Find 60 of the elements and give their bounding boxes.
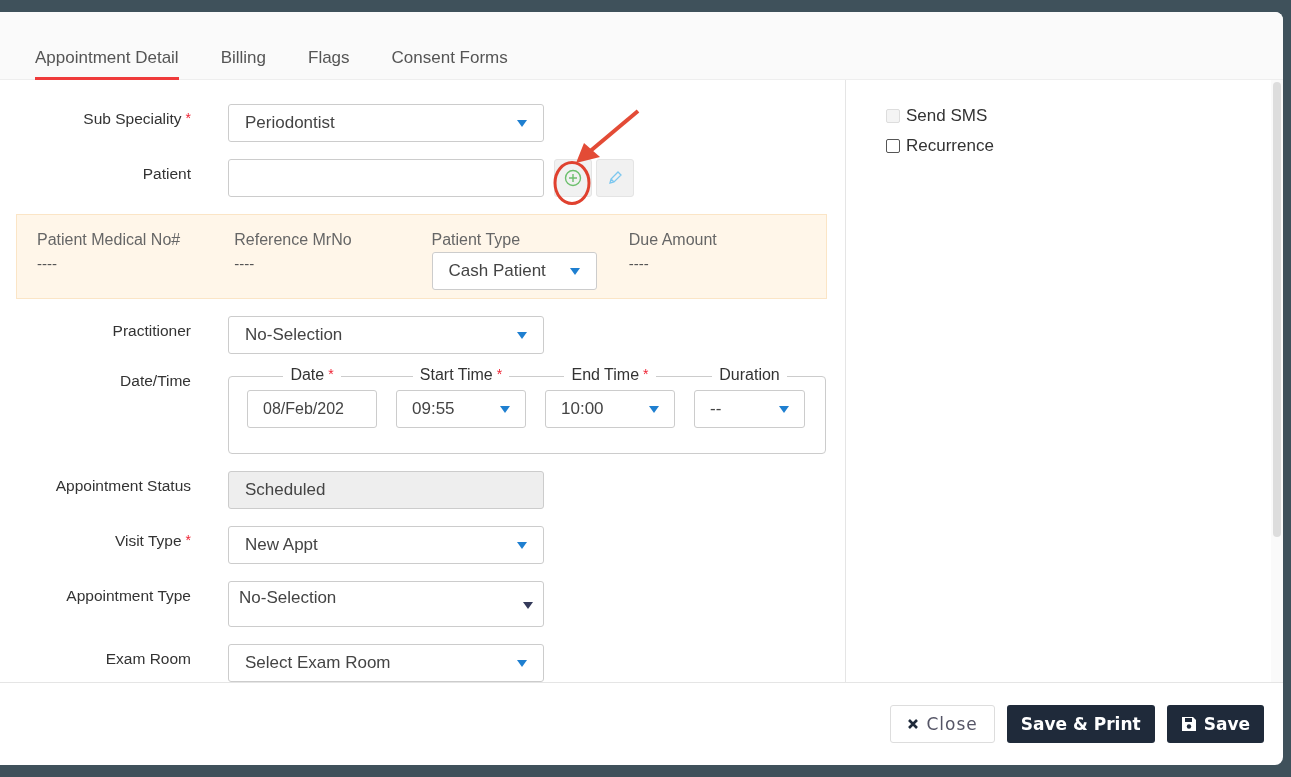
field-label: Appointment Status bbox=[55, 477, 191, 495]
required-mark: * bbox=[643, 366, 649, 384]
tab[interactable]: Billing bbox=[220, 12, 266, 80]
info-label: Patient Medical No# bbox=[37, 231, 181, 249]
select-field[interactable]: Periodontist bbox=[228, 104, 544, 142]
save-print-button[interactable]: Save & Print bbox=[1006, 705, 1155, 743]
group-label: Start Time bbox=[419, 366, 493, 385]
info-value: ---- bbox=[628, 255, 649, 272]
field-label: Exam Room bbox=[105, 650, 191, 668]
caret-icon bbox=[517, 541, 527, 549]
checkbox[interactable] bbox=[886, 139, 900, 153]
scrollbar[interactable] bbox=[1271, 80, 1283, 682]
caret-icon bbox=[569, 267, 580, 275]
info-value: ---- bbox=[234, 255, 255, 272]
select-field[interactable]: New Appt bbox=[228, 526, 544, 564]
date-field[interactable]: 08/Feb/202 bbox=[247, 390, 377, 428]
select-field[interactable]: Cash Patient bbox=[431, 252, 597, 290]
checkbox-label: Send SMS bbox=[906, 106, 988, 126]
caret-icon bbox=[649, 405, 659, 413]
status-field: Scheduled bbox=[228, 471, 544, 509]
select-field[interactable]: 10:00 bbox=[545, 390, 675, 428]
group-label: End Time bbox=[571, 366, 640, 385]
field-label: Visit Type bbox=[114, 532, 182, 550]
tab[interactable]: Appointment Detail bbox=[35, 12, 179, 80]
save-button[interactable]: Save bbox=[1166, 705, 1264, 743]
annotation-circle bbox=[552, 160, 592, 206]
tab[interactable]: Flags bbox=[308, 12, 350, 80]
field-label: Practitioner bbox=[112, 322, 191, 340]
plus-circle-icon bbox=[564, 169, 582, 187]
select-field[interactable]: -- bbox=[694, 390, 805, 428]
info-value: ---- bbox=[37, 255, 57, 272]
caret-icon bbox=[523, 602, 533, 609]
tab[interactable]: Consent Forms bbox=[391, 12, 508, 80]
field-label: Appointment Type bbox=[66, 587, 191, 605]
caret-icon bbox=[517, 331, 527, 339]
close-button[interactable]: Close bbox=[890, 705, 995, 743]
field-label: Sub Speciality bbox=[83, 110, 182, 128]
field-label: Patient bbox=[142, 165, 191, 183]
pencil-icon bbox=[606, 169, 624, 187]
required-mark: * bbox=[185, 110, 191, 128]
group-label: Date bbox=[290, 366, 325, 385]
field-label: Date/Time bbox=[120, 372, 191, 390]
caret-icon bbox=[500, 405, 510, 413]
info-label: Due Amount bbox=[628, 231, 717, 249]
info-label: Patient Type bbox=[431, 231, 521, 249]
group-label: Duration bbox=[719, 366, 780, 385]
info-label: Reference MrNo bbox=[234, 231, 352, 249]
select-field[interactable]: No-Selection bbox=[228, 581, 544, 627]
select-field[interactable]: No-Selection bbox=[228, 316, 544, 354]
caret-icon bbox=[517, 119, 527, 127]
caret-icon bbox=[779, 405, 789, 413]
required-mark: * bbox=[328, 366, 334, 384]
required-mark: * bbox=[185, 532, 191, 550]
patient-field[interactable] bbox=[228, 159, 544, 197]
select-field[interactable]: 09:55 bbox=[396, 390, 526, 428]
caret-icon bbox=[517, 659, 527, 667]
required-mark: * bbox=[496, 366, 503, 384]
close-icon bbox=[907, 718, 920, 730]
checkbox-label: Recurrence bbox=[906, 136, 994, 156]
select-field[interactable]: Select Exam Room bbox=[228, 644, 544, 682]
